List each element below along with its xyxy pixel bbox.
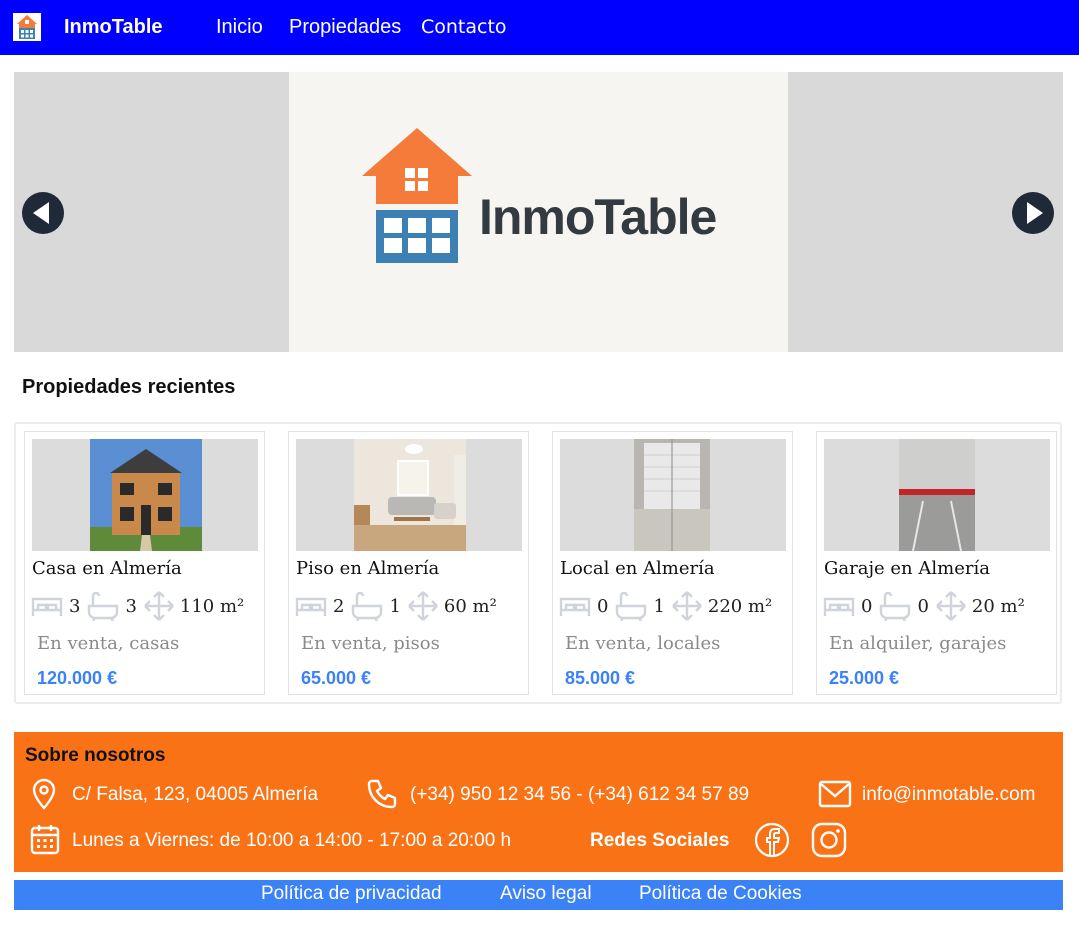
top-navbar: InmoTable Inicio Propiedades Contacto — [0, 0, 1079, 55]
property-features: 3 3 110 m² — [30, 590, 250, 622]
nav-inicio[interactable]: Inicio — [216, 16, 263, 39]
area-arrows-icon — [672, 591, 702, 621]
arrow-right-circle-icon[interactable] — [1011, 191, 1055, 235]
property-features: 0 1 220 m² — [558, 590, 778, 622]
facebook-icon[interactable] — [754, 822, 790, 858]
property-card-local[interactable]: Local en Almería 0 1 220 m² En venta, lo… — [552, 431, 793, 695]
legal-footer: Política de privacidad Aviso legal Polít… — [14, 880, 1063, 910]
nav-propiedades[interactable]: Propiedades — [289, 16, 401, 39]
bed-count: 3 — [69, 595, 81, 617]
area-arrows-icon — [408, 591, 438, 621]
property-category: En venta, locales — [565, 633, 721, 654]
cookie-policy-link[interactable]: Política de Cookies — [639, 883, 802, 905]
bed-icon — [31, 597, 63, 616]
property-title: Garaje en Almería — [824, 558, 990, 579]
phone-icon — [367, 779, 397, 809]
bath-count: 3 — [125, 595, 137, 617]
property-image-frame — [824, 439, 1050, 551]
property-category: En venta, pisos — [301, 633, 440, 654]
bath-count: 1 — [389, 595, 401, 617]
nav-contacto[interactable]: Contacto — [421, 16, 507, 38]
bed-icon — [559, 597, 591, 616]
area-arrows-icon — [144, 591, 174, 621]
area-arrows-icon — [936, 591, 966, 621]
bath-icon — [616, 591, 647, 621]
arrow-left-circle-icon[interactable] — [21, 191, 65, 235]
property-card-piso[interactable]: Piso en Almería 2 1 60 m² En venta, piso… — [288, 431, 529, 695]
bath-icon — [880, 591, 911, 621]
house-logo-icon — [362, 128, 472, 263]
property-price: 25.000 € — [829, 668, 900, 688]
address-text: C/ Falsa, 123, 04005 Almería — [72, 784, 319, 805]
bath-count: 1 — [653, 595, 665, 617]
house-photo — [90, 439, 202, 551]
property-title: Casa en Almería — [32, 558, 182, 579]
property-features: 2 1 60 m² — [294, 590, 503, 622]
logo-icon[interactable] — [13, 13, 41, 41]
section-title: Propiedades recientes — [22, 376, 236, 398]
email-link[interactable]: info@inmotable.com — [862, 784, 1035, 806]
property-category: En alquiler, garajes — [829, 633, 1007, 654]
living-room-photo — [354, 439, 466, 551]
property-image-frame — [560, 439, 786, 551]
property-features: 0 0 20 m² — [822, 590, 1031, 622]
carousel-slide: InmoTable — [289, 72, 788, 352]
property-card-garaje[interactable]: Garaje en Almería 0 0 20 m² En alquiler,… — [816, 431, 1057, 695]
recent-properties-list: Casa en Almería 3 3 110 m² En venta, cas… — [14, 422, 1062, 704]
garage-door-photo — [634, 439, 710, 551]
bed-count: 2 — [333, 595, 345, 617]
property-title: Local en Almería — [560, 558, 715, 579]
bed-icon — [295, 597, 327, 616]
bed-count: 0 — [861, 595, 873, 617]
property-image-frame — [32, 439, 258, 551]
instagram-icon[interactable] — [811, 822, 847, 858]
bath-count: 0 — [917, 595, 929, 617]
calendar-icon — [30, 825, 60, 855]
social-label: Redes Sociales — [590, 830, 730, 851]
location-pin-icon — [32, 778, 56, 810]
bed-icon — [823, 597, 855, 616]
area-value: 220 m² — [707, 595, 773, 617]
property-card-casa[interactable]: Casa en Almería 3 3 110 m² En venta, cas… — [24, 431, 265, 695]
bed-count: 0 — [597, 595, 609, 617]
brand-name[interactable]: InmoTable — [64, 16, 163, 39]
hours-text: Lunes a Viernes: de 10:00 a 14:00 - 17:0… — [72, 830, 512, 851]
mail-icon — [818, 780, 852, 808]
property-price: 120.000 € — [37, 668, 118, 688]
about-footer: Sobre nosotros C/ Falsa, 123, 04005 Alme… — [14, 732, 1063, 872]
property-price: 85.000 € — [565, 668, 636, 688]
privacy-policy-link[interactable]: Política de privacidad — [261, 883, 442, 905]
about-title: Sobre nosotros — [25, 745, 166, 766]
parking-space-photo — [899, 439, 975, 551]
property-title: Piso en Almería — [296, 558, 440, 579]
bath-icon — [88, 591, 119, 621]
area-value: 20 m² — [971, 595, 1025, 617]
phone-text[interactable]: (+34) 950 12 34 56 - (+34) 612 34 57 89 — [410, 784, 749, 806]
area-value: 110 m² — [179, 595, 245, 617]
property-price: 65.000 € — [301, 668, 372, 688]
property-image-frame — [296, 439, 522, 551]
slide-wordmark: InmoTable — [479, 189, 717, 245]
bath-icon — [352, 591, 383, 621]
area-value: 60 m² — [443, 595, 497, 617]
legal-notice-link[interactable]: Aviso legal — [500, 883, 592, 905]
hero-carousel: InmoTable — [14, 72, 1063, 352]
property-category: En venta, casas — [37, 633, 180, 654]
